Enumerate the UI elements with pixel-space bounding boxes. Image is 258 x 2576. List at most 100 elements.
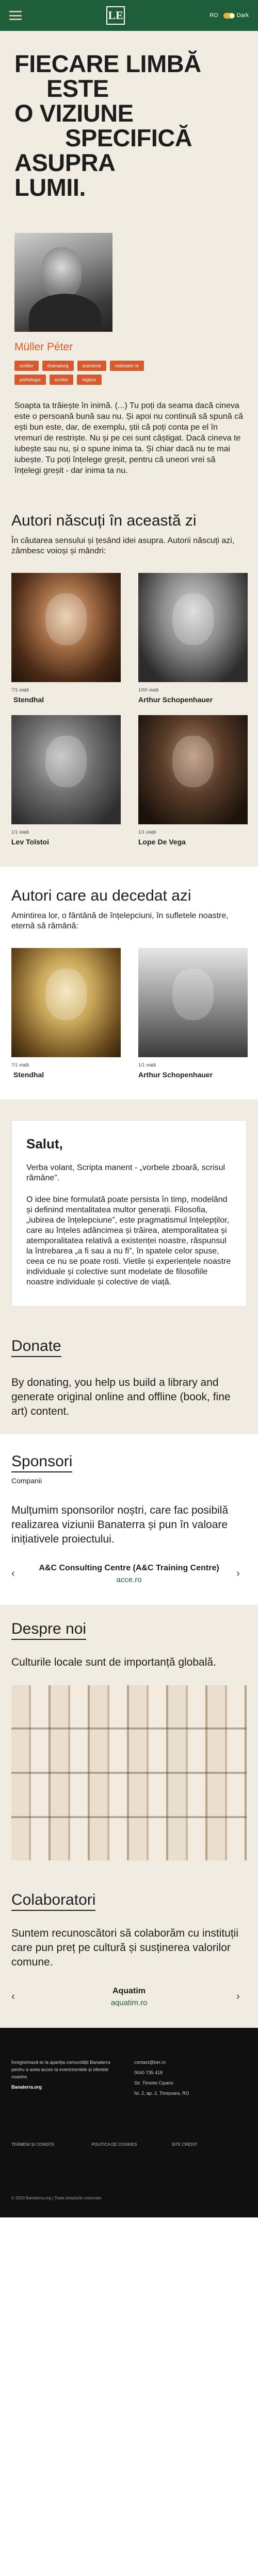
collaborators-section: Colaboratori Suntem recunoscători să col… xyxy=(0,1881,258,2028)
toggle-switch[interactable] xyxy=(223,12,235,19)
author-card-grid: 7/1 viață Stendhal 1/1 viață Arthur Schop… xyxy=(11,948,248,1079)
tag[interactable]: scriitor xyxy=(49,375,74,385)
collaborator-item[interactable]: Aquatim aquatim.ro xyxy=(111,1986,148,2007)
hero-title-line: specifică xyxy=(65,124,192,151)
footer-address: Nr. 2, ap. 2, Timișoara, RO xyxy=(134,2091,189,2096)
collaborator-name: Aquatim xyxy=(112,1987,146,1995)
hero-title-line: Fiecare limbă xyxy=(14,50,201,77)
author-portrait[interactable] xyxy=(138,715,248,824)
greeting-section: Salut, Verba volant, Scripta manent - „v… xyxy=(0,1099,258,1327)
greeting-card: Salut, Verba volant, Scripta manent - „v… xyxy=(11,1120,247,1307)
language-label: RO xyxy=(209,12,218,19)
section-subtitle: Companii xyxy=(11,1477,42,1485)
tag[interactable]: regizor xyxy=(77,375,102,385)
author-card-name[interactable]: Arthur Schopenhauer xyxy=(138,1071,248,1079)
author-quote: Soapta ta trăiește în inimă. (...) Tu po… xyxy=(14,401,243,475)
section-title: Autori care au decedat azi xyxy=(11,887,191,904)
language-selector[interactable]: RO xyxy=(209,12,218,19)
author-portrait[interactable] xyxy=(138,573,248,682)
footer: Înregistrează-te la apariția comunității… xyxy=(0,2028,258,2217)
author-name[interactable]: Müller Péter xyxy=(14,341,244,353)
chevron-left-icon[interactable]: ‹ xyxy=(11,1991,22,2003)
author-portrait[interactable] xyxy=(11,715,121,824)
collaborator-slider: ‹ Aquatim aquatim.ro › xyxy=(11,1986,247,2007)
hero-title-line: o viziune xyxy=(14,99,134,127)
footer-columns: Înregistrează-te la apariția comunității… xyxy=(11,2059,247,2100)
author-card[interactable]: 1/60 viață Arthur Schopenhauer xyxy=(138,573,248,704)
author-portrait[interactable] xyxy=(138,948,248,1057)
section-intro: În căutarea sensului și țesând idei asup… xyxy=(11,536,235,555)
site-logo[interactable]: LE xyxy=(106,6,125,25)
sponsor-name: A&C Consulting Centre (A&C Training Cent… xyxy=(39,1564,219,1572)
sponsors-section: Sponsori Companii Mulțumim sponsorilor n… xyxy=(0,1434,258,1605)
author-card[interactable]: 1/1 viață Lope De Vega xyxy=(138,715,248,846)
authors-born-today-section: Autori născuți în această zi În căutarea… xyxy=(0,492,258,867)
author-lifespan: 1/60 viață xyxy=(138,687,159,692)
author-card-name[interactable]: Lev Tolstoi xyxy=(11,838,121,846)
hero-title-line: asupra xyxy=(14,149,116,176)
footer-site-link[interactable]: Banaterra.org xyxy=(11,2083,124,2091)
tag[interactable]: scriitor xyxy=(14,361,39,371)
author-card[interactable]: 1/1 viață Arthur Schopenhauer xyxy=(138,948,248,1079)
author-card-name[interactable]: Arthur Schopenhauer xyxy=(138,696,248,704)
footer-about-text: Înregistrează-te la apariția comunității… xyxy=(11,2060,110,2079)
tag[interactable]: dramaturg xyxy=(42,361,74,371)
greeting-paragraph: O idee bine formulată poate persista în … xyxy=(26,1195,231,1286)
theme-toggle[interactable]: Dark xyxy=(223,12,249,19)
sponsor-link[interactable]: acce.ro xyxy=(39,1575,219,1584)
section-title: Autori născuți în această zi xyxy=(11,512,197,529)
sponsor-item[interactable]: A&C Consulting Centre (A&C Training Cent… xyxy=(39,1563,219,1584)
authors-died-today-section: Autori care au decedat azi Amintirea lor… xyxy=(0,867,258,1099)
author-card-name[interactable]: Lope De Vega xyxy=(138,838,248,846)
footer-contact: contact@ber.ro 0040 735 418 Str. Timotei… xyxy=(134,2059,247,2100)
author-tags: scriitor dramaturg scenarist realizator … xyxy=(14,361,169,385)
credit-link[interactable]: SITE CREDIT xyxy=(172,2141,247,2148)
collaborator-link[interactable]: aquatim.ro xyxy=(111,1998,148,2007)
tag[interactable]: scenarist xyxy=(77,361,106,371)
section-title[interactable]: Donate xyxy=(11,1337,61,1357)
section-title: Colaboratori xyxy=(11,1891,96,1911)
section-intro: Amintirea lor, o fântână de înțelepciuni… xyxy=(11,911,229,930)
section-title: Sponsori xyxy=(11,1453,73,1472)
donate-text: By donating, you help us build a library… xyxy=(11,1377,231,1417)
author-card[interactable]: 7/1 viață Stendhal xyxy=(11,948,121,1079)
footer-email[interactable]: contact@ber.ro xyxy=(134,2059,247,2066)
author-photo[interactable] xyxy=(14,233,112,332)
chevron-right-icon[interactable]: › xyxy=(236,1991,247,2003)
author-card-name[interactable]: Stendhal xyxy=(11,1071,121,1079)
author-portrait[interactable] xyxy=(11,573,121,682)
chevron-left-icon[interactable]: ‹ xyxy=(11,1568,22,1580)
menu-icon[interactable] xyxy=(9,11,22,20)
footer-phone[interactable]: 0040 735 418 xyxy=(134,2069,247,2076)
chevron-right-icon[interactable]: › xyxy=(236,1568,247,1580)
author-card[interactable]: 7/1 viață Stendhal xyxy=(11,573,121,704)
tag[interactable]: realizator tv xyxy=(109,361,144,371)
footer-address: Str. Timotei Cipariu xyxy=(134,2080,174,2086)
top-navigation-bar: LE RO Dark xyxy=(0,0,258,31)
books-image xyxy=(11,1685,247,1860)
author-card[interactable]: 1/1 viață Lev Tolstoi xyxy=(11,715,121,846)
terms-link[interactable]: TERMENI ȘI CONDIȚII xyxy=(11,2141,86,2148)
author-card-name[interactable]: Stendhal xyxy=(11,696,121,704)
section-title: Despre noi xyxy=(11,1620,87,1640)
tag[interactable]: psihologul xyxy=(14,375,46,385)
sponsors-text: Mulțumim sponsorilor noștri, care fac po… xyxy=(11,1504,229,1545)
hero-title: Fiecare limbă este o viziune specifică a… xyxy=(14,52,244,200)
collaborators-text: Suntem recunoscători să colaborăm cu ins… xyxy=(11,1927,239,1968)
author-lifespan: 1/1 viață xyxy=(138,1062,156,1067)
copyright: © 2023 Banaterra.org | Toate drepturile … xyxy=(11,2196,102,2200)
author-card-grid: 7/1 viață Stendhal 1/60 viață Arthur Scho… xyxy=(11,573,248,846)
footer-links: TERMENI ȘI CONDIȚII POLITICA DE COOKIES … xyxy=(11,2141,247,2148)
author-lifespan: 1/1 viață xyxy=(138,829,156,835)
about-section: Despre noi Culturile locale sunt de impo… xyxy=(0,1605,258,1881)
author-lifespan: 1/1 viață xyxy=(11,829,29,835)
author-portrait[interactable] xyxy=(11,948,121,1057)
author-lifespan: 7/1 viață xyxy=(11,1062,29,1067)
hero-section: Fiecare limbă este o viziune specifică a… xyxy=(0,31,258,492)
donate-section: Donate By donating, you help us build a … xyxy=(0,1327,258,1434)
cookies-link[interactable]: POLITICA DE COOKIES xyxy=(91,2141,166,2148)
hero-title-line: este xyxy=(46,75,109,102)
footer-about: Înregistrează-te la apariția comunității… xyxy=(11,2059,124,2100)
about-text: Culturile locale sunt de importanță glob… xyxy=(11,1656,216,1668)
author-lifespan: 7/1 viață xyxy=(11,687,29,692)
